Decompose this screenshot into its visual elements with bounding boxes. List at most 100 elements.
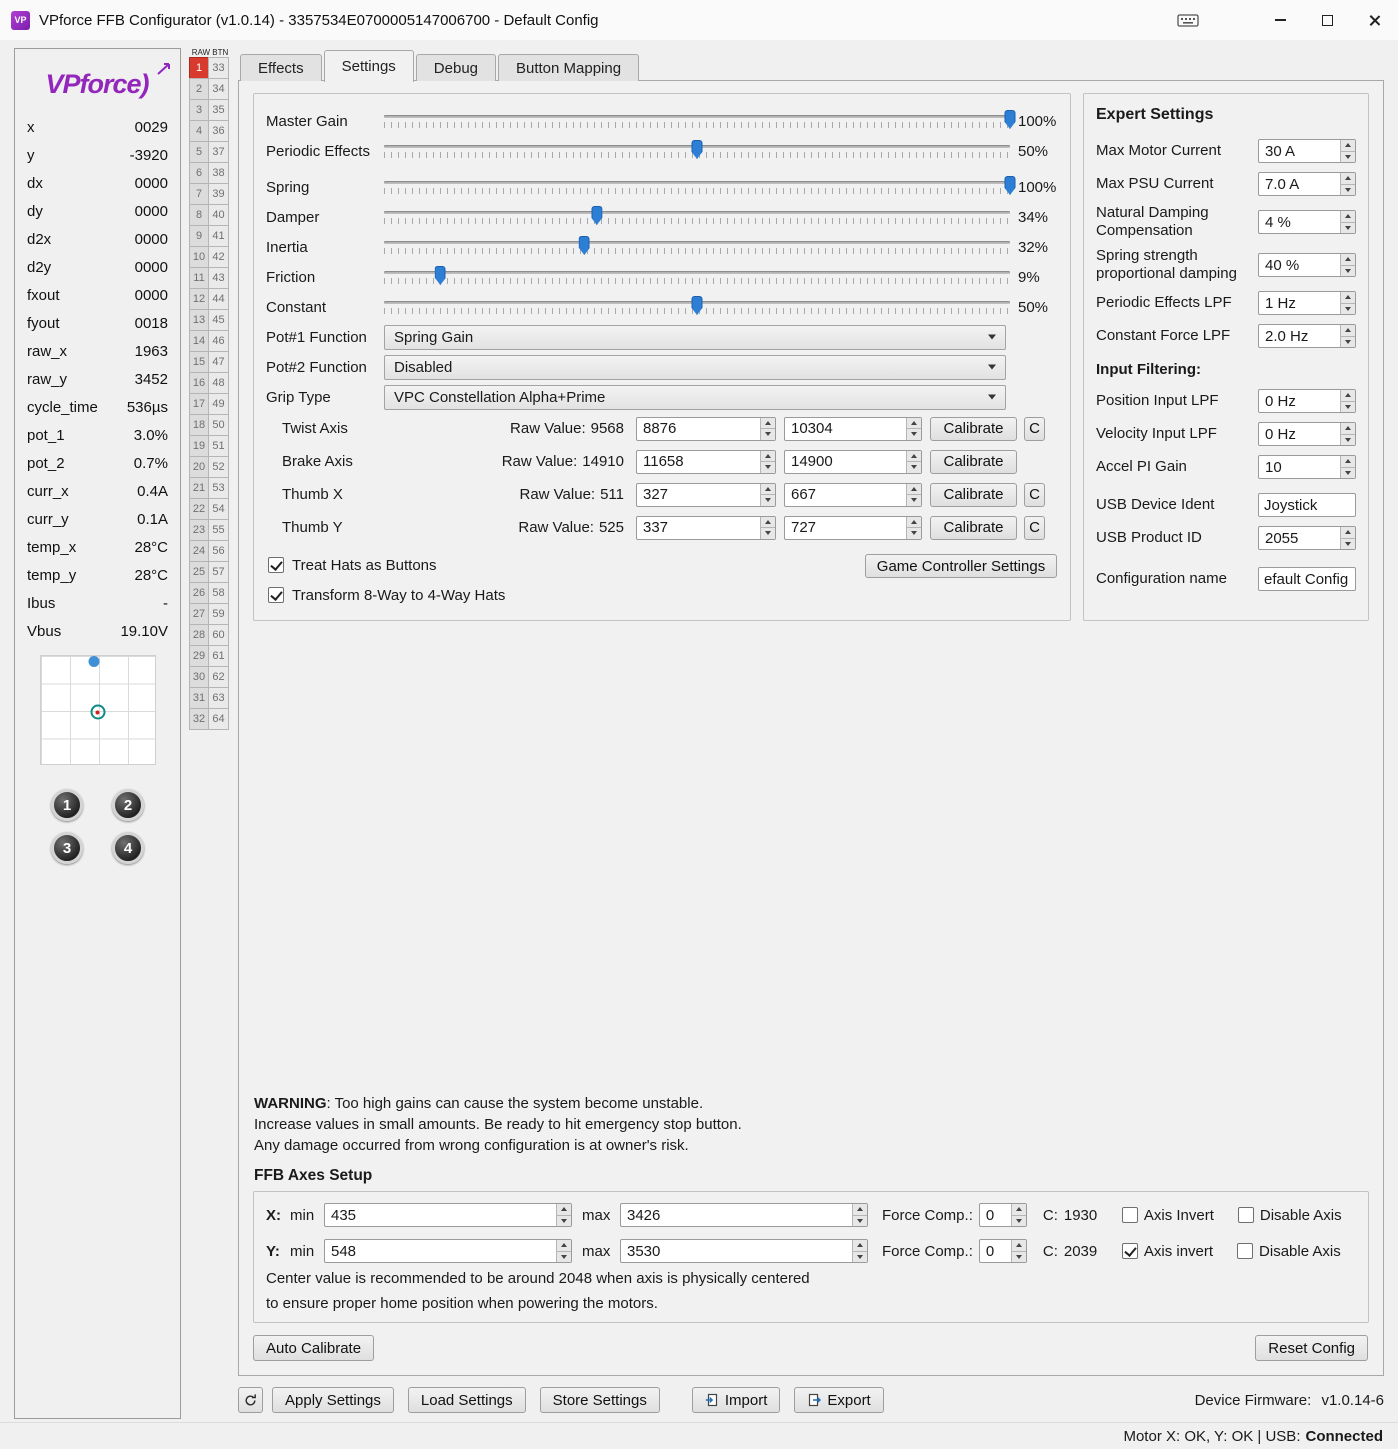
spin-value[interactable]: 1 Hz — [1259, 292, 1340, 314]
spring-slider[interactable] — [384, 176, 1016, 198]
twist-axis-center-button[interactable]: C — [1024, 416, 1045, 441]
game-controller-settings-button[interactable]: Game Controller Settings — [865, 554, 1057, 578]
spin-up-button[interactable] — [853, 1204, 867, 1216]
x-axis-invert-checkbox[interactable] — [1121, 1207, 1138, 1223]
periodic-effects-slider[interactable] — [384, 140, 1010, 162]
y-axis-disable-checkbox[interactable] — [1237, 1243, 1254, 1259]
usb-product-id-spinbox[interactable]: 2055 — [1258, 526, 1356, 550]
x-axis-disable-checkbox[interactable] — [1237, 1207, 1254, 1223]
treat-hats-as-buttons-checkbox[interactable] — [268, 557, 284, 573]
spin-value[interactable]: 337 — [637, 517, 760, 539]
thumb-y-max-spinbox[interactable]: 727 — [784, 515, 922, 540]
spin-down-button[interactable] — [761, 528, 775, 539]
spin-value[interactable]: 667 — [785, 484, 906, 506]
damper-slider[interactable] — [384, 206, 1010, 228]
spin-down-button[interactable] — [1341, 265, 1355, 276]
position-input-lpf-spinbox[interactable]: 0 Hz — [1258, 389, 1356, 413]
spin-value[interactable]: 0 — [980, 1240, 1011, 1262]
y-axis-invert-checkbox[interactable] — [1121, 1243, 1138, 1259]
spin-value[interactable]: 548 — [325, 1240, 556, 1262]
tab-settings[interactable]: Settings — [323, 50, 414, 82]
usb-device-ident-input[interactable]: Joystick — [1258, 493, 1356, 517]
spin-down-button[interactable] — [1341, 401, 1355, 412]
spin-value[interactable]: 727 — [785, 517, 906, 539]
spin-down-button[interactable] — [1341, 538, 1355, 549]
inertia-slider[interactable] — [384, 236, 1010, 258]
spin-value[interactable]: 2.0 Hz — [1259, 325, 1340, 347]
spin-down-button[interactable] — [1341, 336, 1355, 347]
spin-up-button[interactable] — [907, 450, 921, 462]
spin-down-button[interactable] — [557, 1251, 571, 1262]
refresh-button[interactable] — [238, 1387, 263, 1413]
spin-up-button[interactable] — [761, 450, 775, 462]
load-settings-button[interactable]: Load Settings — [407, 1387, 526, 1413]
spin-value[interactable]: 8876 — [637, 418, 760, 440]
pot-1-function-dropdown[interactable]: Spring Gain — [384, 324, 1006, 350]
close-button[interactable] — [1351, 0, 1398, 40]
accel-pi-gain-spinbox[interactable]: 10 — [1258, 455, 1356, 479]
spin-down-button[interactable] — [907, 429, 921, 440]
spin-up-button[interactable] — [761, 483, 775, 495]
spin-down-button[interactable] — [761, 429, 775, 440]
thumb-x-min-spinbox[interactable]: 327 — [636, 482, 776, 507]
spin-value[interactable]: 0 — [980, 1204, 1011, 1226]
master-gain-slider[interactable] — [384, 110, 1016, 132]
spin-down-button[interactable] — [1341, 151, 1355, 162]
spin-down-button[interactable] — [557, 1215, 571, 1226]
minimize-button[interactable] — [1257, 0, 1304, 40]
spin-value[interactable]: 10 — [1259, 456, 1340, 478]
spin-up-button[interactable] — [907, 483, 921, 495]
spin-up-button[interactable] — [1341, 456, 1355, 468]
spin-down-button[interactable] — [761, 462, 775, 473]
spin-value[interactable]: 2055 — [1259, 527, 1340, 549]
tab-button-mapping[interactable]: Button Mapping — [498, 54, 640, 81]
spin-up-button[interactable] — [1341, 423, 1355, 435]
spin-up-button[interactable] — [761, 417, 775, 429]
spin-value[interactable]: 0 Hz — [1259, 390, 1340, 412]
spin-up-button[interactable] — [907, 417, 921, 429]
spin-up-button[interactable] — [1341, 254, 1355, 266]
x-axis-max-spinbox[interactable]: 3426 — [620, 1203, 868, 1227]
y-axis-max-spinbox[interactable]: 3530 — [620, 1239, 868, 1263]
twist-axis-min-spinbox[interactable]: 8876 — [636, 416, 776, 441]
spin-value[interactable]: 3426 — [621, 1204, 852, 1226]
spin-up-button[interactable] — [761, 516, 775, 528]
x-axis-force-comp-spinbox[interactable]: 0 — [978, 1203, 1027, 1227]
periodic-effects-lpf-spinbox[interactable]: 1 Hz — [1258, 291, 1356, 315]
thumb-x-center-button[interactable]: C — [1024, 482, 1045, 507]
thumb-x-max-spinbox[interactable]: 667 — [784, 482, 922, 507]
x-axis-min-spinbox[interactable]: 435 — [324, 1203, 572, 1227]
spin-value[interactable]: 435 — [325, 1204, 556, 1226]
twist-axis-max-spinbox[interactable]: 10304 — [784, 416, 922, 441]
spin-down-button[interactable] — [1011, 1251, 1026, 1262]
y-axis-force-comp-spinbox[interactable]: 0 — [978, 1239, 1027, 1263]
brake-axis-calibrate-button[interactable]: Calibrate — [930, 449, 1017, 474]
velocity-input-lpf-spinbox[interactable]: 0 Hz — [1258, 422, 1356, 446]
spin-down-button[interactable] — [1341, 303, 1355, 314]
apply-settings-button[interactable]: Apply Settings — [272, 1387, 394, 1413]
spin-value[interactable]: 3530 — [621, 1240, 852, 1262]
spin-up-button[interactable] — [1011, 1204, 1026, 1216]
spin-value[interactable]: 14900 — [785, 451, 906, 473]
maximize-button[interactable] — [1304, 0, 1351, 40]
import-button[interactable]: Import — [691, 1387, 781, 1413]
spin-up-button[interactable] — [1341, 140, 1355, 152]
grip-type-dropdown[interactable]: VPC Constellation Alpha+Prime — [384, 384, 1006, 410]
natural-damping-compensation-spinbox[interactable]: 4 % — [1258, 210, 1356, 234]
max-psu-current-spinbox[interactable]: 7.0 A — [1258, 172, 1356, 196]
tab-debug[interactable]: Debug — [415, 54, 496, 81]
spin-down-button[interactable] — [1011, 1215, 1026, 1226]
spin-up-button[interactable] — [907, 516, 921, 528]
spin-up-button[interactable] — [557, 1204, 571, 1216]
spin-down-button[interactable] — [1341, 434, 1355, 445]
spin-down-button[interactable] — [907, 495, 921, 506]
spin-down-button[interactable] — [853, 1215, 867, 1226]
spin-up-button[interactable] — [557, 1240, 571, 1252]
spin-value[interactable]: 327 — [637, 484, 760, 506]
spin-down-button[interactable] — [907, 462, 921, 473]
spring-strength-proportional-damping-spinbox[interactable]: 40 % — [1258, 253, 1356, 277]
twist-axis-calibrate-button[interactable]: Calibrate — [930, 416, 1017, 441]
spin-value[interactable]: 0 Hz — [1259, 423, 1340, 445]
spin-up-button[interactable] — [1011, 1240, 1026, 1252]
spin-up-button[interactable] — [1341, 390, 1355, 402]
